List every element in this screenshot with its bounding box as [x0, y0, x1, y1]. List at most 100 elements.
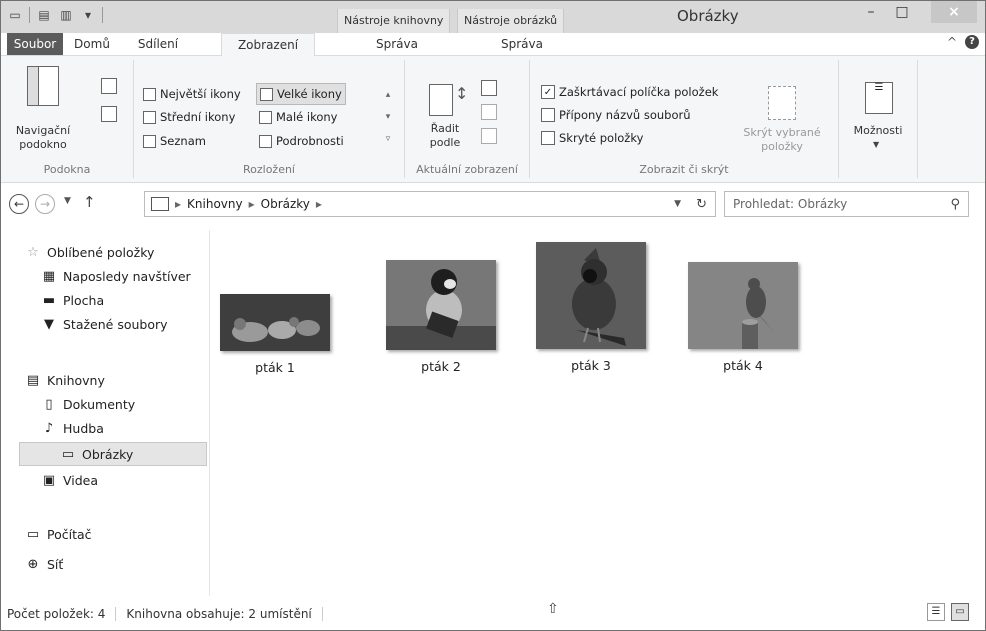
videos-icon: ▣ [42, 472, 56, 488]
search-icon[interactable]: ⚲ [950, 197, 960, 212]
options-icon: ☰ [865, 82, 893, 114]
sidebar-label: Dokumenty [63, 396, 136, 412]
tab-home[interactable]: Domů [69, 33, 115, 55]
preview-pane-icon[interactable] [101, 78, 117, 94]
properties-icon[interactable]: ▤ [36, 7, 52, 23]
navigation-pane-button[interactable]: Navigační podokno [3, 124, 83, 152]
breadcrumb-item-libraries[interactable]: Knihovny [187, 197, 243, 211]
maximize-button[interactable]: □ [887, 1, 917, 23]
customize-qat-icon[interactable]: ▾ [80, 7, 96, 23]
checkbox-checked-icon: ✓ [541, 85, 555, 99]
layout-large-icons[interactable]: Velké ikony [256, 83, 346, 105]
item-checkboxes-toggle[interactable]: ✓ Zaškrtávací políčka položek [538, 82, 721, 102]
search-input[interactable]: Prohledat: Obrázky ⚲ [724, 191, 969, 217]
tab-view[interactable]: Zobrazení [221, 33, 315, 57]
thumbnail-image [386, 260, 496, 350]
window-title: Obrázky [677, 7, 739, 25]
new-folder-icon[interactable]: ▥ [58, 7, 74, 23]
breadcrumb-separator-icon[interactable]: ▸ [249, 197, 255, 211]
address-bar[interactable]: ▸ Knihovny ▸ Obrázky ▸ ▼ ↻ [144, 191, 716, 217]
details-view-button[interactable]: ☰ [927, 603, 945, 621]
close-button[interactable]: × [931, 1, 977, 23]
sidebar-label: Obrázky [82, 446, 134, 462]
breadcrumb-separator-icon[interactable]: ▸ [316, 197, 322, 211]
file-item[interactable]: pták 4 [683, 262, 803, 373]
quick-access-toolbar: ▭ ▤ ▥ ▾ [7, 7, 103, 23]
music-icon: ♪ [44, 420, 54, 436]
network-icon: ⊕ [27, 556, 39, 572]
qat-separator-2 [102, 7, 103, 23]
sidebar-item-computer[interactable]: ▭ Počítač [1, 522, 231, 546]
navigation-pane: ☆ Oblíbené položky ▦ Naposledy navštíver ▬… [1, 230, 210, 596]
breadcrumb-item-pictures[interactable]: Obrázky [261, 197, 310, 211]
sidebar-label: Síť [47, 556, 64, 572]
sidebar-label: Hudba [63, 420, 104, 436]
group-current-view: ↕ Řadit podle Aktuální zobrazení [405, 60, 530, 178]
layout-extra-large-icons[interactable]: Největší ikony [140, 84, 244, 104]
group-layout: Největší ikony Velké ikony Střední ikony… [134, 60, 405, 178]
window-icon[interactable]: ▭ [7, 7, 23, 23]
pictures-folder-icon [151, 197, 169, 211]
options-dropdown-icon: ▼ [873, 140, 880, 149]
sort-by-button[interactable]: Řadit podle [415, 122, 475, 150]
sidebar-item-libraries[interactable]: ▤ Knihovny [1, 368, 231, 392]
up-icon[interactable]: ↑ [83, 193, 96, 211]
file-list: pták 1 pták 2 pták 3 pták 4 [211, 230, 985, 596]
layout-label: Velké ikony [277, 87, 342, 101]
checkbox-icon [541, 108, 555, 122]
breadcrumb-separator-icon[interactable]: ▸ [175, 197, 181, 211]
sidebar-label: Knihovny [47, 372, 105, 388]
add-columns-icon[interactable] [481, 104, 497, 120]
tab-file[interactable]: Soubor [7, 33, 63, 55]
checkbox-label: Přípony názvů souborů [559, 108, 691, 122]
sidebar-item-network[interactable]: ⊕ Síť [1, 552, 231, 576]
navigation-bar: ← → ▼ ↑ ▸ Knihovny ▸ Obrázky ▸ ▼ ↻ Prohl… [1, 190, 985, 220]
large-icons-view-button[interactable]: ▭ [951, 603, 969, 621]
context-tab-library-tools: Nástroje knihovny [337, 9, 451, 33]
help-icon[interactable]: ? [965, 35, 979, 49]
layout-list[interactable]: Seznam [140, 131, 209, 151]
layout-label: Seznam [160, 134, 206, 148]
pictures-icon: ▭ [61, 446, 75, 462]
options-button[interactable]: Možnosti [841, 124, 915, 137]
layout-small-icons[interactable]: Malé ikony [256, 107, 340, 127]
ribbon-tabs: Soubor Domů Sdílení Zobrazení Správa Spr… [1, 33, 985, 57]
tab-share[interactable]: Sdílení [125, 33, 191, 55]
cursor-icon: ⇧ [547, 601, 559, 617]
back-button[interactable]: ← [9, 194, 29, 214]
thumbnail-image [220, 294, 330, 351]
file-extensions-toggle[interactable]: Přípony názvů souborů [538, 105, 694, 125]
ribbon: Navigační podokno Podokna Největší ikony… [1, 56, 985, 183]
size-columns-icon[interactable] [481, 128, 497, 144]
sidebar-item-pictures[interactable]: ▭ Obrázky [19, 442, 207, 466]
list-icon [143, 134, 156, 148]
search-placeholder: Prohledat: Obrázky [733, 197, 848, 211]
large-icons-icon [260, 87, 273, 101]
layout-details[interactable]: Podrobnosti [256, 131, 347, 151]
address-dropdown-icon[interactable]: ▼ [674, 199, 681, 209]
details-pane-icon[interactable] [101, 106, 117, 122]
tab-manage-pictures[interactable]: Správa [457, 33, 587, 55]
recent-locations-icon[interactable]: ▼ [64, 196, 71, 206]
sort-arrow-icon: ↕ [455, 84, 469, 103]
minimize-button[interactable]: – [856, 1, 886, 23]
file-name: pták 2 [421, 359, 461, 374]
group-by-icon[interactable] [481, 80, 497, 96]
forward-button[interactable]: → [35, 194, 55, 214]
layout-scroll[interactable]: ▴ ▾ ▿ [382, 84, 394, 150]
group-label-layout: Rozložení [242, 163, 295, 176]
sidebar-item-favorites[interactable]: ☆ Oblíbené položky [1, 240, 231, 264]
hide-selected-button[interactable]: Skrýt vybrané položky [740, 126, 824, 154]
tab-manage-library[interactable]: Správa [337, 33, 457, 55]
file-name: pták 4 [723, 358, 763, 373]
collapse-ribbon-icon[interactable]: ^ [947, 35, 957, 49]
hidden-items-toggle[interactable]: Skryté položky [538, 128, 646, 148]
refresh-icon[interactable]: ↻ [696, 197, 707, 212]
file-item[interactable]: pták 2 [381, 260, 501, 374]
file-item[interactable]: pták 3 [531, 242, 651, 373]
small-icons-icon [259, 110, 272, 124]
layout-medium-icons[interactable]: Střední ikony [140, 107, 238, 127]
checkbox-icon [541, 131, 555, 145]
libraries-icon: ▤ [26, 372, 40, 388]
file-item[interactable]: pták 1 [215, 294, 335, 375]
